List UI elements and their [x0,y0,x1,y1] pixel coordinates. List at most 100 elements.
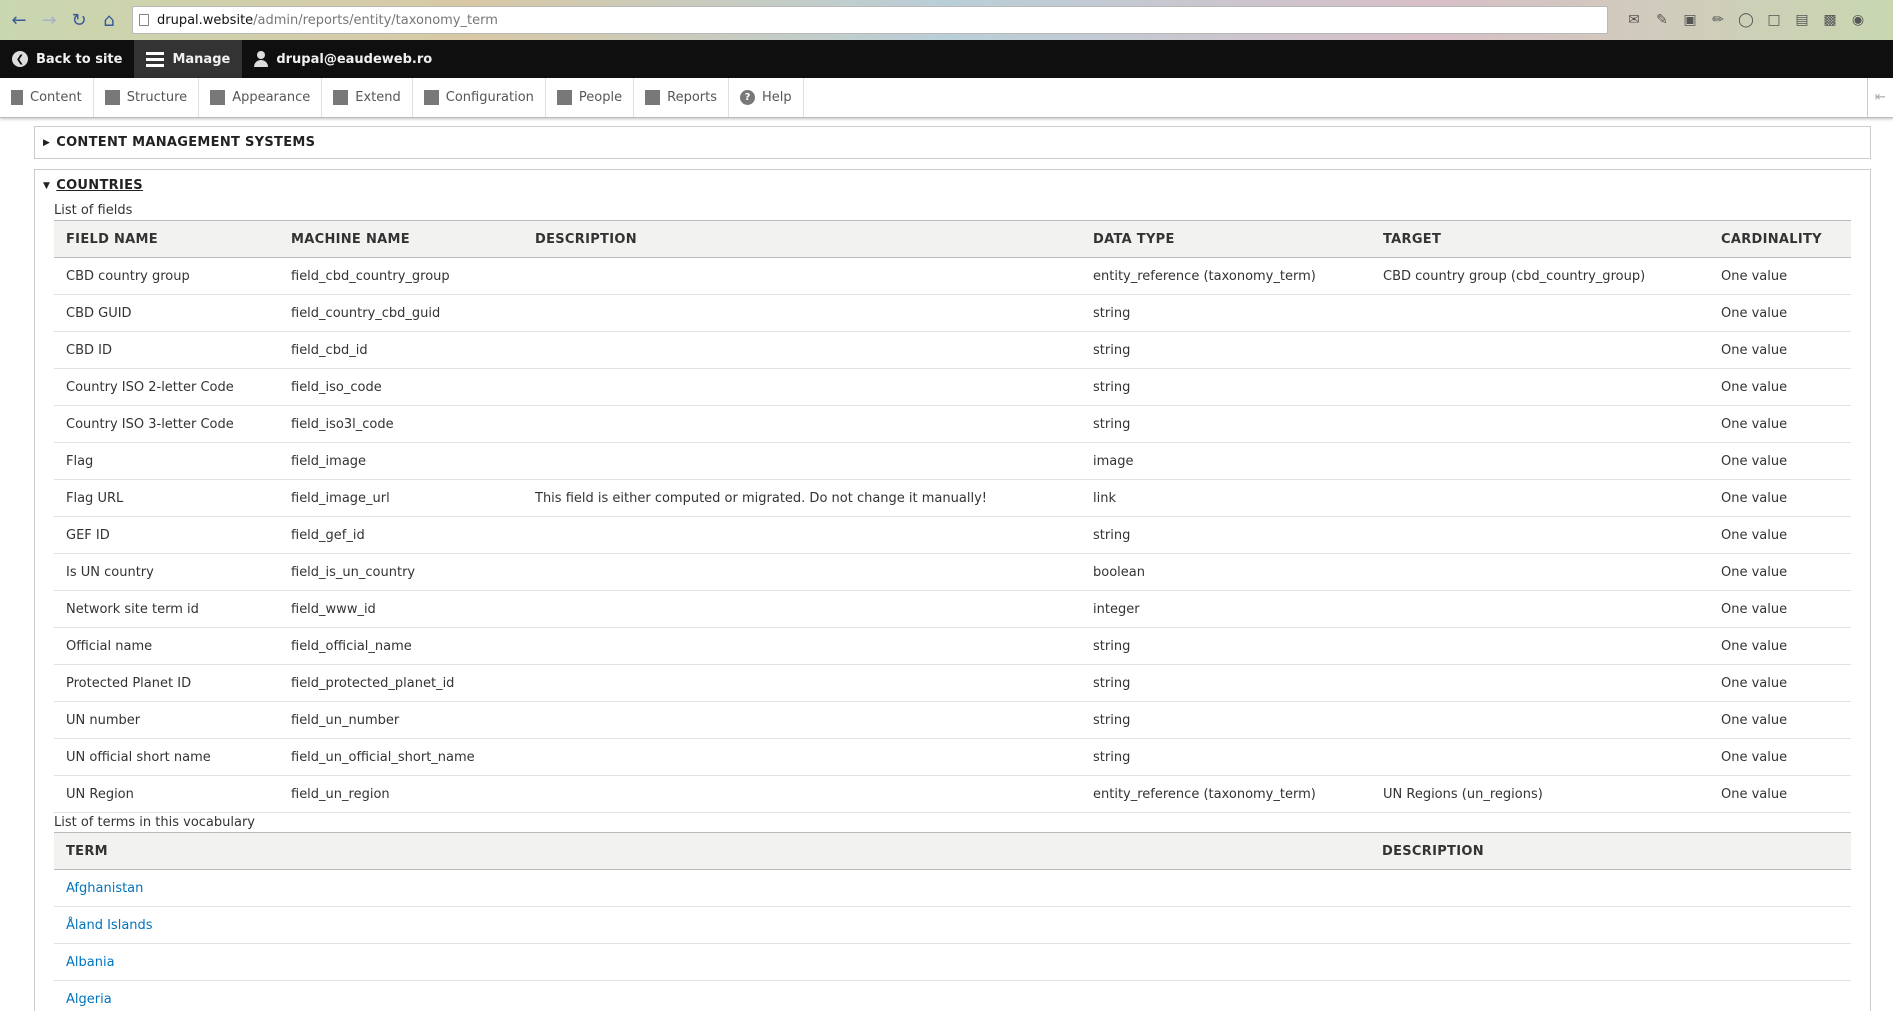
extension-icon[interactable]: ✏ [1708,10,1728,30]
table-cell: field_un_region [279,775,523,813]
table-cell: One value [1709,553,1851,591]
table-cell: string [1081,664,1371,702]
table-cell [523,775,1081,813]
table-cell: CBD country group (cbd_country_group) [1371,257,1709,295]
extension-icon[interactable]: ◯ [1736,10,1756,30]
table-cell [1370,980,1851,1011]
back-arrow-icon[interactable]: ← [6,7,32,33]
table-cell: integer [1081,590,1371,628]
table-cell [523,553,1081,591]
table-row: Network site term id field_www_id integer O… [54,590,1851,628]
column-header: CARDINALITY [1709,220,1851,258]
table-cell: Flag [54,442,279,480]
cms-summary[interactable]: ▶ CONTENT MANAGEMENT SYSTEMS [35,127,1870,158]
table-cell: entity_reference (taxonomy_term) [1081,257,1371,295]
table-cell: field_cbd_id [279,331,523,369]
table-cell: One value [1709,590,1851,628]
home-icon[interactable]: ⌂ [96,7,122,33]
tray-orientation-toggle[interactable]: ⇤ [1867,78,1893,117]
table-cell: image [1081,442,1371,480]
extension-icon[interactable]: ▩ [1820,10,1840,30]
tray-item-configuration[interactable]: Configuration [413,78,546,117]
table-row: Official name field_official_name string On… [54,627,1851,665]
admin-toolbar: ❮ Back to site Manage drupal@eaudeweb.ro [0,40,1893,78]
tray-item-structure[interactable]: Structure [94,78,200,117]
fields-caption: List of fields [54,203,133,218]
table-cell [523,627,1081,665]
table-cell: Åland Islands [54,906,1370,944]
table-cell [1371,738,1709,776]
table-cell: string [1081,331,1371,369]
reload-icon[interactable]: ↻ [66,7,92,33]
table-cell: link [1081,479,1371,517]
tray-item-extend[interactable]: Extend [322,78,413,117]
tray-item-label: Content [30,90,82,105]
address-bar[interactable]: drupal.website/admin/reports/entity/taxo… [132,6,1608,34]
table-cell [1370,869,1851,907]
extension-icon[interactable]: ✎ [1652,10,1672,30]
table-cell: Flag URL [54,479,279,517]
table-row: Country ISO 3-letter Code field_iso3l_cod… [54,405,1851,443]
tray-item-label: Reports [667,90,717,105]
extension-icon[interactable]: ▤ [1792,10,1812,30]
forward-arrow-icon[interactable]: → [36,7,62,33]
tray-item-reports[interactable]: Reports [634,78,729,117]
table-cell: Network site term id [54,590,279,628]
user-label: drupal@eaudeweb.ro [276,51,433,67]
tray-item-help[interactable]: ? Help [729,78,804,117]
table-cell: string [1081,516,1371,554]
table-cell: CBD ID [54,331,279,369]
tray-item-appearance[interactable]: Appearance [199,78,323,117]
extension-icon[interactable]: ◉ [1848,10,1868,30]
term-link[interactable]: Algeria [66,992,112,1007]
table-cell [523,442,1081,480]
table-cell [1371,331,1709,369]
table-cell: One value [1709,442,1851,480]
tray-item-content[interactable]: Content [0,78,94,117]
table-cell: Afghanistan [54,869,1370,907]
people-icon [556,90,572,105]
table-cell [1371,553,1709,591]
table-cell [1371,368,1709,406]
column-header: DATA TYPE [1081,220,1371,258]
tray-item-label: Structure [126,90,188,105]
countries-summary[interactable]: ▼ COUNTRIES [35,170,1870,201]
table-cell: Algeria [54,980,1370,1011]
table-cell [523,294,1081,332]
table-cell: field_iso_code [279,368,523,406]
term-link[interactable]: Åland Islands [66,918,153,933]
manage-tab[interactable]: Manage [134,40,243,78]
fields-header-row: FIELD NAME MACHINE NAME DESCRIPTION DATA… [54,220,1851,258]
table-row: CBD ID field_cbd_id string One value [54,331,1851,369]
extension-icon[interactable]: ✉ [1624,10,1644,30]
url-host: drupal.website [157,12,254,28]
table-cell [1371,479,1709,517]
triangle-right-icon: ▶ [43,137,51,148]
tray-item-label: People [578,90,623,105]
triangle-down-icon: ▼ [43,180,51,191]
table-cell: One value [1709,775,1851,813]
term-link[interactable]: Albania [66,955,115,970]
tray-item-people[interactable]: People [546,78,635,117]
terms-header-row: TERM DESCRIPTION [54,832,1851,870]
table-cell: boolean [1081,553,1371,591]
back-to-site-link[interactable]: ❮ Back to site [0,40,134,78]
table-cell [1371,405,1709,443]
extension-icon[interactable]: □ [1764,10,1784,30]
chevron-left-icon: ❮ [12,51,28,67]
table-cell: One value [1709,516,1851,554]
table-cell: One value [1709,479,1851,517]
table-cell [1371,516,1709,554]
table-cell: string [1081,294,1371,332]
user-tab[interactable]: drupal@eaudeweb.ro [242,40,444,78]
document-icon [11,90,23,105]
extension-icon[interactable]: ▣ [1680,10,1700,30]
table-row: Country ISO 2-letter Code field_iso_code s… [54,368,1851,406]
table-row: UN official short name field_un_official_… [54,738,1851,776]
table-cell: UN Region [54,775,279,813]
table-cell: One value [1709,701,1851,739]
table-cell: string [1081,701,1371,739]
term-link[interactable]: Afghanistan [66,881,143,896]
browser-toolbar: ← → ↻ ⌂ drupal.website/admin/reports/ent… [0,0,1893,40]
table-cell: string [1081,405,1371,443]
